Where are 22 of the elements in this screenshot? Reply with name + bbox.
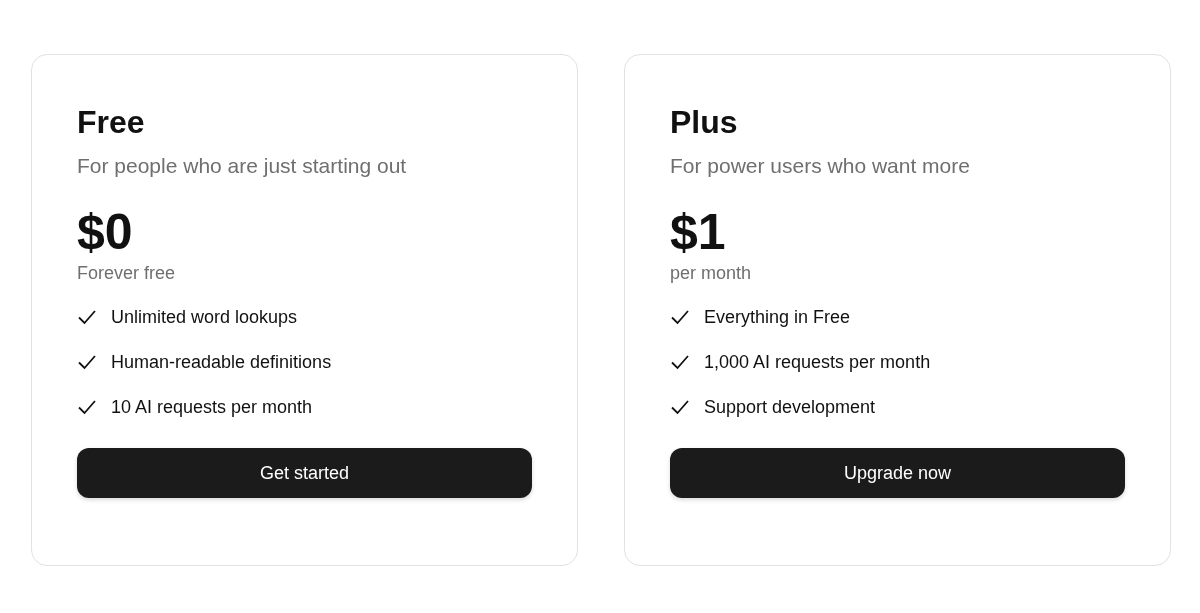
plan-button[interactable]: Get started (77, 448, 532, 498)
plan-price: $0 (77, 203, 134, 261)
check-icon (670, 354, 690, 370)
price-period: Forever free (77, 262, 177, 284)
price-period: per month (670, 262, 753, 284)
plan-button[interactable]: Upgrade now (670, 448, 1125, 498)
feature-text: Human-readable definitions (111, 351, 332, 373)
check-icon (670, 309, 690, 325)
plan-name: Plus (670, 103, 739, 142)
plan-name: Free (77, 103, 146, 142)
plan-description: For people who are just starting out (77, 153, 408, 179)
check-icon (77, 399, 97, 415)
feature-text: 1,000 AI requests per month (704, 351, 931, 373)
check-icon (670, 399, 690, 415)
plan-price: $1 (670, 203, 727, 261)
check-icon (77, 354, 97, 370)
feature-text: Support development (704, 396, 876, 418)
feature-text: Everything in Free (704, 306, 851, 328)
check-icon (77, 309, 97, 325)
feature-text: Unlimited word lookups (111, 306, 298, 328)
feature-text: 10 AI requests per month (111, 396, 313, 418)
plan-description: For power users who want more (670, 153, 971, 179)
